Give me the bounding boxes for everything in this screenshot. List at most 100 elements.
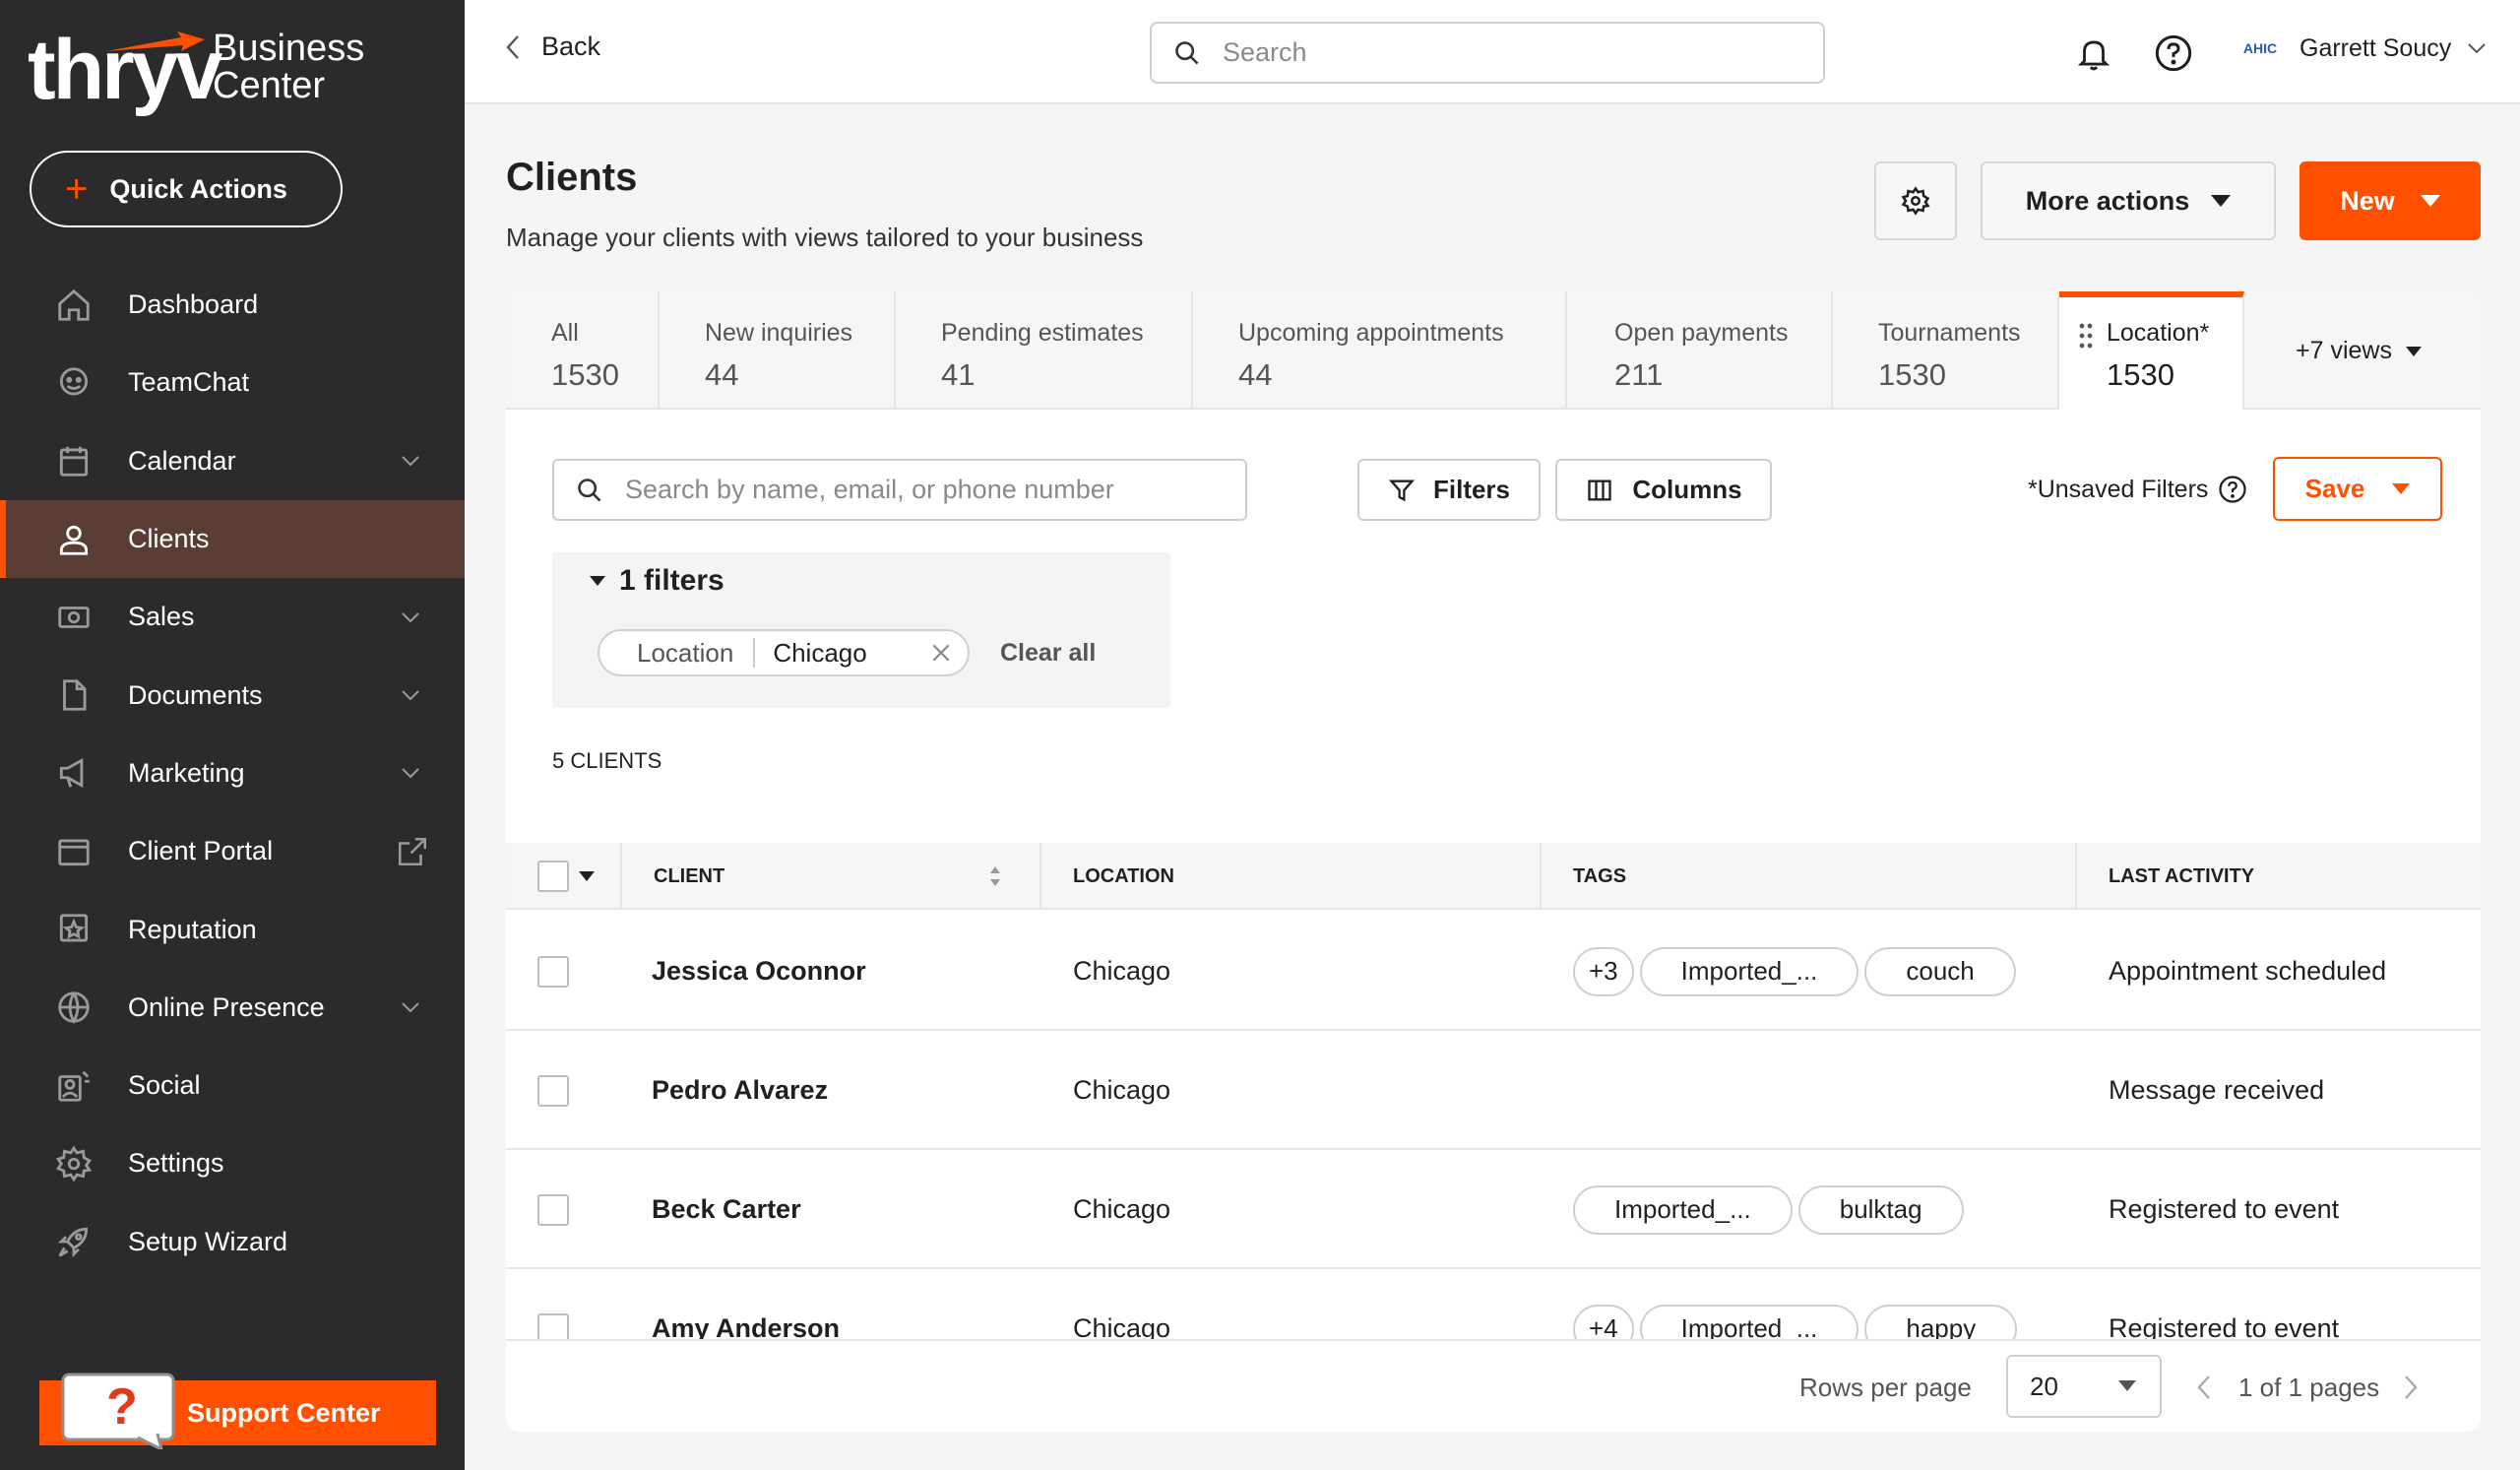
tab-count: 44 (705, 357, 739, 392)
row-checkbox[interactable] (537, 1074, 569, 1107)
back-label: Back (541, 32, 601, 61)
global-search[interactable] (1150, 22, 1825, 84)
support-center-button[interactable]: ? Support Center (39, 1373, 436, 1449)
tab-open-payments[interactable]: Open payments 211 (1567, 291, 1833, 410)
user-menu[interactable]: AHIC Garrett Soucy (2236, 30, 2487, 67)
caret-down-icon (2405, 346, 2422, 356)
sort-icon[interactable] (988, 864, 1002, 888)
back-button[interactable]: Back (504, 32, 600, 62)
money-icon (53, 597, 94, 638)
sidebar-item-label: Online Presence (128, 991, 325, 1022)
star-badge-icon (53, 909, 94, 950)
sidebar-item-calendar[interactable]: Calendar (0, 422, 465, 500)
filter-chip-location[interactable]: Location Chicago (598, 629, 970, 676)
filters-button[interactable]: Filters (1357, 459, 1541, 521)
globe-icon (53, 987, 94, 1028)
help-icon[interactable] (2154, 33, 2193, 73)
quick-actions-label: Quick Actions (109, 173, 287, 204)
logo-line-1: Business (213, 28, 365, 69)
sidebar-item-label: Sales (128, 602, 195, 632)
tag-chip[interactable]: bulktag (1797, 1184, 1964, 1235)
row-select-cell (537, 1150, 569, 1269)
tab-label: New inquiries (705, 319, 853, 347)
column-header-tags[interactable]: TAGS (1542, 843, 2077, 910)
tag-overflow-badge[interactable]: +3 (1573, 946, 1634, 996)
columns-button[interactable]: Columns (1555, 459, 1772, 521)
tab-pending-estimates[interactable]: Pending estimates 41 (896, 291, 1193, 410)
save-view-button[interactable]: Save (2273, 457, 2442, 521)
quick-actions-button[interactable]: + Quick Actions (30, 151, 343, 227)
sidebar-item-label: Documents (128, 679, 263, 710)
drag-handle-icon[interactable] (2079, 323, 2093, 349)
tab-new-inquiries[interactable]: New inquiries 44 (660, 291, 896, 410)
column-header-last-activity[interactable]: LAST ACTIVITY (2077, 843, 2481, 910)
caret-down-icon[interactable] (579, 871, 595, 881)
view-settings-button[interactable] (1874, 161, 1957, 240)
bell-icon[interactable] (2075, 33, 2112, 73)
tab-all[interactable]: All 1530 (506, 291, 660, 410)
new-button[interactable]: New (2300, 161, 2481, 240)
chevron-down-icon (402, 456, 419, 467)
chevron-left-icon[interactable] (2195, 1373, 2213, 1402)
sidebar-item-setup-wizard[interactable]: Setup Wizard (0, 1203, 465, 1281)
tab-tournaments[interactable]: Tournaments 1530 (1833, 291, 2059, 410)
client-location: Chicago (1073, 956, 1171, 986)
table-row[interactable]: Beck Carter Chicago Imported_... bulktag… (506, 1150, 2481, 1269)
sidebar-item-sales[interactable]: Sales (0, 578, 465, 656)
row-checkbox[interactable] (537, 1193, 569, 1226)
sidebar-item-label: Dashboard (128, 289, 259, 320)
sidebar-item-teamchat[interactable]: TeamChat (0, 344, 465, 421)
client-name[interactable]: Jessica Oconnor (652, 912, 866, 1031)
view-tabs: All 1530 New inquiries 44 Pending estima… (506, 291, 2481, 410)
sidebar-item-settings[interactable]: Settings (0, 1124, 465, 1202)
client-name[interactable]: Pedro Alvarez (652, 1031, 828, 1150)
more-views-dropdown[interactable]: +7 views (2296, 337, 2422, 365)
logo-arrow-icon (106, 32, 205, 51)
client-search-input[interactable] (625, 475, 1235, 505)
client-last-activity: Appointment scheduled (2109, 956, 2387, 986)
sidebar-item-clients[interactable]: Clients (0, 499, 465, 579)
client-search[interactable] (552, 459, 1247, 521)
clients-count: 5 CLIENTS (552, 748, 662, 773)
sidebar-item-documents[interactable]: Documents (0, 656, 465, 734)
column-header-client[interactable]: CLIENT (620, 843, 1041, 910)
select-all-control[interactable] (537, 843, 620, 910)
global-search-input[interactable] (1223, 37, 1774, 68)
chevron-down-icon (2468, 43, 2486, 54)
tag-chip[interactable]: couch (1864, 946, 2016, 996)
row-checkbox[interactable] (537, 955, 569, 988)
active-filters-panel: 1 filters Location Chicago Clear all (552, 552, 1170, 708)
select-all-checkbox[interactable] (537, 861, 569, 892)
tag-chip[interactable]: Imported_... (1573, 1184, 1793, 1235)
close-icon[interactable] (928, 640, 954, 666)
tab-upcoming-appointments[interactable]: Upcoming appointments 44 (1193, 291, 1567, 410)
clear-all-filters-link[interactable]: Clear all (1000, 639, 1096, 668)
sidebar-item-dashboard[interactable]: Dashboard (0, 266, 465, 344)
tab-count: 1530 (2107, 357, 2174, 392)
client-name[interactable]: Beck Carter (652, 1150, 801, 1269)
table-row[interactable]: Jessica Oconnor Chicago +3 Imported_... … (506, 912, 2481, 1031)
help-icon[interactable] (2218, 475, 2247, 504)
table-header: CLIENT LOCATION TAGS LAST ACTIVITY (506, 843, 2481, 910)
chevron-right-icon[interactable] (2402, 1373, 2420, 1402)
filter-icon (1388, 479, 1416, 501)
sidebar-nav: Dashboard TeamChat Calendar Clients Sale… (0, 266, 465, 1281)
filters-toggle[interactable]: 1 filters (590, 564, 724, 598)
tag-chip[interactable]: Imported_... (1639, 946, 1859, 996)
logo-subtitle: Business Center (213, 30, 364, 104)
caret-down-icon (2420, 195, 2440, 207)
chat-icon (53, 362, 94, 404)
sidebar-item-client-portal[interactable]: Client Portal (0, 812, 465, 890)
more-actions-button[interactable]: More actions (1981, 161, 2276, 240)
sidebar-item-label: Client Portal (128, 836, 274, 866)
sidebar-item-marketing[interactable]: Marketing (0, 735, 465, 812)
tab-location[interactable]: Location* 1530 (2059, 291, 2244, 410)
sidebar-item-reputation[interactable]: Reputation (0, 890, 465, 968)
thryv-logo[interactable]: thryv Business Center (28, 26, 382, 114)
table-row[interactable]: Pedro Alvarez Chicago Message received (506, 1031, 2481, 1150)
rows-per-page-select[interactable]: 20 (2006, 1355, 2162, 1418)
column-header-location[interactable]: LOCATION (1041, 843, 1542, 910)
filter-chip-divider (753, 638, 756, 668)
sidebar-item-social[interactable]: Social (0, 1047, 465, 1124)
sidebar-item-online-presence[interactable]: Online Presence (0, 969, 465, 1047)
